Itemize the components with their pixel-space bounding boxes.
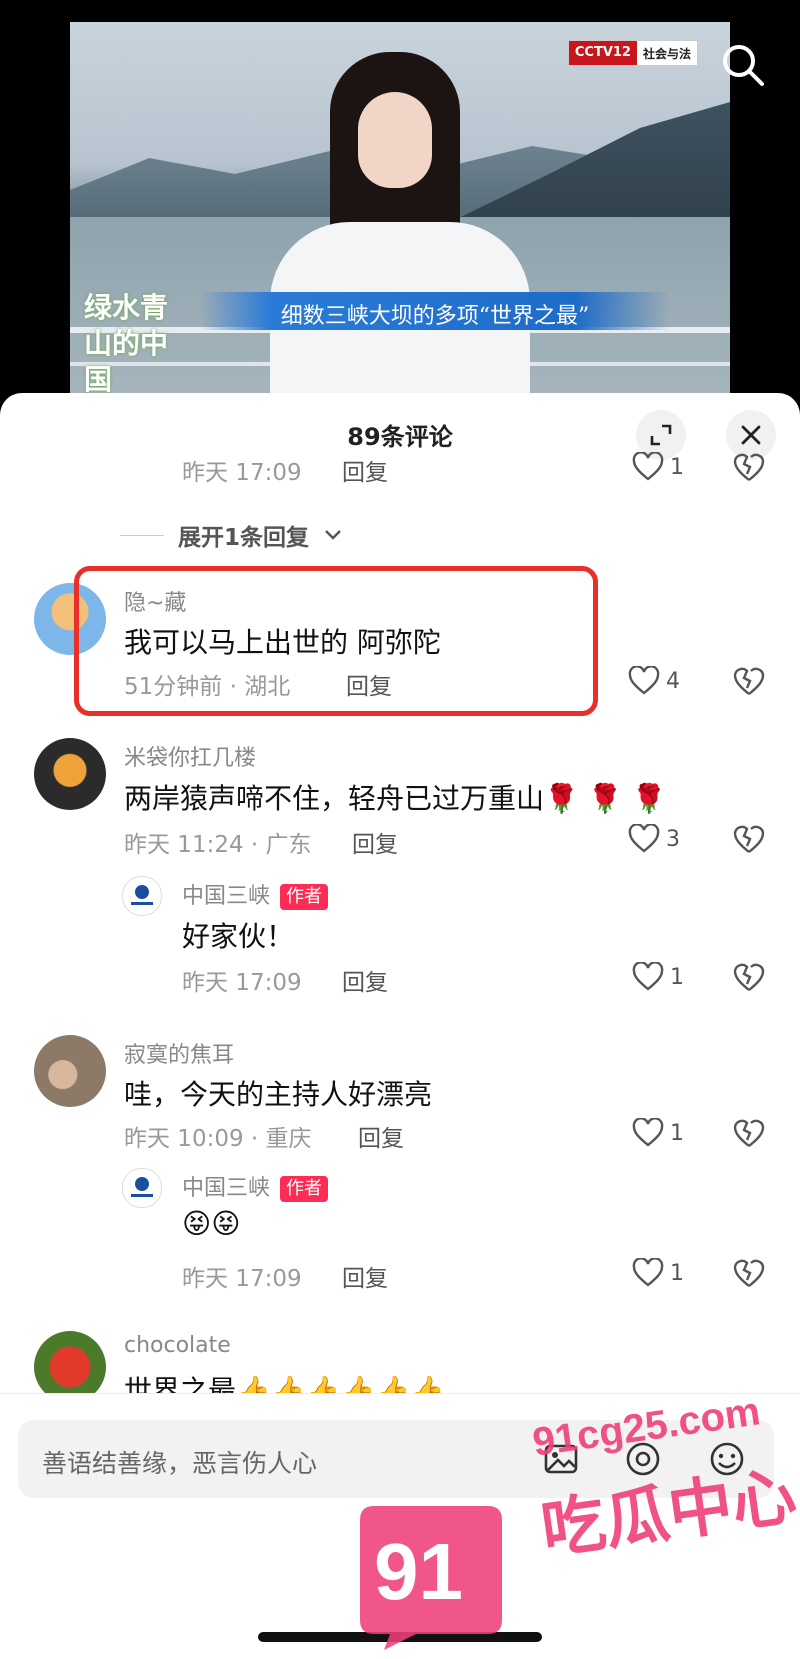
reply-username-text: 中国三峡 (182, 1176, 271, 1201)
video-player[interactable]: CCTV12 社会与法 细数三峡大坝的多项“世界之最” 绿水青山的中国 (0, 0, 800, 395)
emoji-icon[interactable] (708, 1440, 746, 1478)
comment-username[interactable]: chocolate (124, 1333, 231, 1358)
dislike-icon[interactable] (732, 1256, 766, 1290)
comment-meta: 昨天 10:09 · 重庆 (124, 1126, 312, 1152)
comment-text: 哇，今天的主持人好漂亮 (124, 1078, 433, 1111)
dislike-icon[interactable] (732, 822, 766, 856)
channel-name: 社会与法 (642, 46, 691, 61)
reply-time: 昨天 17:09 (182, 460, 302, 486)
ctg-logo-icon (131, 885, 153, 905)
reply-button[interactable]: 回复 (358, 1119, 404, 1153)
like-button[interactable]: 3 (628, 822, 680, 856)
expand-replies[interactable]: 展开1条回复 (120, 518, 343, 552)
like-count: 4 (666, 668, 680, 694)
reply-button[interactable]: 回复 (342, 963, 388, 997)
like-count: 1 (670, 454, 684, 480)
like-button[interactable]: 1 (632, 1116, 684, 1150)
chevron-down-icon (325, 530, 341, 540)
caption-banner: 细数三峡大坝的多项“世界之最” (200, 292, 670, 330)
author-badge: 作者 (280, 1176, 329, 1202)
like-button[interactable]: 1 (632, 450, 684, 484)
like-count: 1 (670, 1260, 684, 1286)
reply-username[interactable]: 中国三峡 作者 (182, 1170, 329, 1202)
comment-text: 两岸猿声啼不住，轻舟已过万重山🌹 🌹 🌹 (124, 782, 667, 815)
heart-icon (628, 666, 660, 695)
avatar[interactable] (122, 1168, 162, 1208)
reply-username-text: 中国三峡 (182, 884, 271, 909)
dislike-icon[interactable] (732, 1116, 766, 1150)
comment-sheet: 89条评论 昨天 17:09 回复 1 展开1条回复 隐~藏 我可以马上出世的 … (0, 393, 800, 1659)
reply-button[interactable]: 回复 (342, 1259, 388, 1293)
dislike-icon[interactable] (732, 664, 766, 698)
reply-button[interactable]: 回复 (342, 453, 388, 487)
expand-icon (650, 424, 672, 446)
comment-username[interactable]: 米袋你扛几楼 (124, 740, 256, 772)
channel-logo: CCTV12 社会与法 (567, 40, 698, 66)
reply-text: 好家伙！ (182, 920, 295, 953)
dislike-icon[interactable] (732, 450, 766, 484)
comment-input[interactable]: 善语结善缘，恶言伤人心 (18, 1420, 774, 1498)
dislike-icon[interactable] (732, 960, 766, 994)
divider-line (120, 534, 164, 536)
heart-icon (632, 1118, 664, 1147)
heart-icon (628, 824, 660, 853)
close-icon (741, 425, 761, 445)
heart-icon (632, 452, 664, 481)
highlight-box (74, 566, 598, 716)
heart-icon (632, 1258, 664, 1287)
like-button[interactable]: 4 (628, 664, 680, 698)
comment-input-placeholder: 善语结善缘，恶言伤人心 (42, 1449, 318, 1478)
host-figure (260, 52, 540, 395)
like-button[interactable]: 1 (632, 960, 684, 994)
avatar[interactable] (34, 738, 106, 810)
expand-replies-label: 展开1条回复 (178, 525, 310, 551)
video-frame: CCTV12 社会与法 细数三峡大坝的多项“世界之最” 绿水青山的中国 (70, 22, 730, 395)
comment-username[interactable]: 寂寞的焦耳 (124, 1037, 234, 1069)
ctg-logo-icon (131, 1177, 153, 1197)
like-button[interactable]: 1 (632, 1256, 684, 1290)
mention-icon[interactable] (624, 1440, 662, 1478)
reply-meta: 昨天 17:09 (182, 1266, 302, 1292)
image-icon[interactable] (542, 1440, 580, 1478)
like-count: 3 (666, 826, 680, 852)
cctv-logo: CCTV12 (568, 41, 637, 65)
comment-meta: 昨天 11:24 · 广东 (124, 832, 312, 858)
reply-button[interactable]: 回复 (352, 825, 398, 859)
like-count: 1 (670, 1120, 684, 1146)
program-logo: 绿水青山的中国 (84, 291, 169, 395)
search-icon[interactable] (718, 40, 768, 90)
author-badge: 作者 (280, 884, 329, 910)
comment-input-bar: 善语结善缘，恶言伤人心 (0, 1393, 800, 1659)
heart-icon (632, 962, 664, 991)
like-count: 1 (670, 964, 684, 990)
reply-meta: 昨天 17:09 (182, 970, 302, 996)
avatar[interactable] (122, 876, 162, 916)
reply-text: 😝😝 (182, 1207, 241, 1240)
reply-username[interactable]: 中国三峡 作者 (182, 878, 329, 910)
avatar[interactable] (34, 1035, 106, 1107)
home-indicator (258, 1632, 542, 1642)
caption-text: 细数三峡大坝的多项“世界之最” (280, 304, 590, 329)
